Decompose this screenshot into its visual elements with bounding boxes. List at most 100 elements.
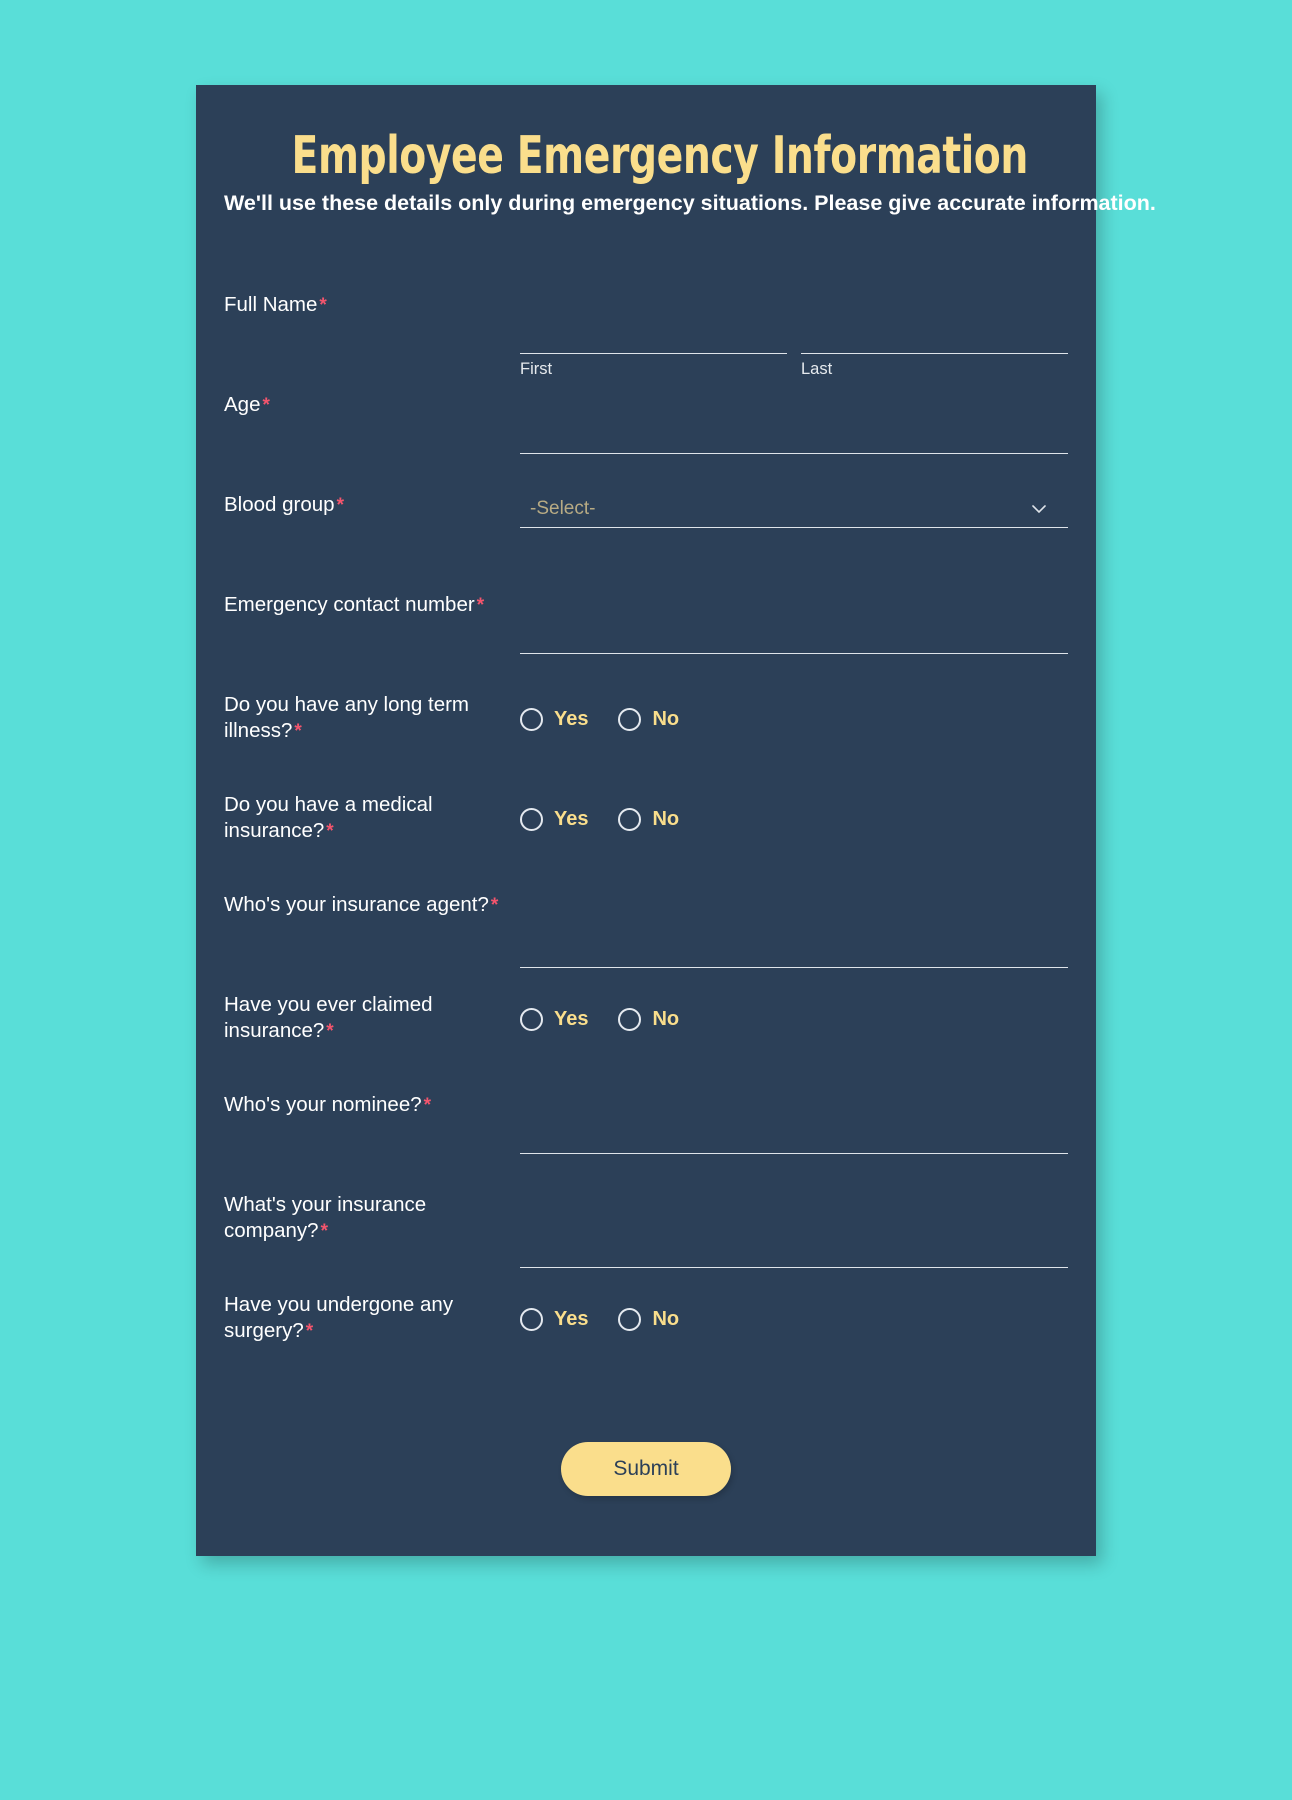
radio-circle-icon[interactable]	[520, 1307, 543, 1331]
field-row-claimed-insurance: Have you ever claimed insurance? * Yes No	[224, 990, 1068, 1090]
radio-option-no[interactable]: No	[618, 707, 680, 731]
radio-option-yes[interactable]: Yes	[520, 707, 589, 731]
label-insurance-company: What's your insurance company? *	[224, 1190, 520, 1245]
last-name-input[interactable]	[801, 319, 1068, 354]
submit-row: Submit	[224, 1441, 1068, 1496]
radio-group-claimed-insurance: Yes No	[520, 992, 1068, 1031]
label-surgery: Have you undergone any surgery? *	[224, 1290, 520, 1345]
radio-circle-icon[interactable]	[618, 807, 642, 831]
chevron-down-icon[interactable]	[1030, 500, 1048, 518]
radio-option-no[interactable]: No	[618, 1307, 680, 1331]
page-background: Employee Emergency Information We'll use…	[0, 0, 1292, 1800]
field-row-medical-insurance: Do you have a medical insurance? * Yes No	[224, 790, 1068, 890]
label-text: Have you undergone any surgery?	[224, 1292, 454, 1343]
label-claimed-insurance: Have you ever claimed insurance? *	[224, 990, 520, 1045]
radio-label-yes: Yes	[554, 1007, 589, 1030]
control-claimed-insurance: Yes No	[520, 990, 1068, 1031]
emergency-contact-input[interactable]	[520, 619, 1068, 654]
control-medical-insurance: Yes No	[520, 790, 1068, 831]
control-full-name: First Last	[520, 290, 1068, 379]
field-row-surgery: Have you undergone any surgery? * Yes No	[224, 1290, 1068, 1390]
radio-circle-icon[interactable]	[520, 1007, 543, 1031]
name-group: First Last	[520, 319, 1068, 379]
radio-option-yes[interactable]: Yes	[520, 1307, 589, 1331]
label-text: Who's your nominee?	[224, 1092, 422, 1116]
label-medical-insurance: Do you have a medical insurance? *	[224, 790, 520, 845]
required-asterisk: *	[336, 494, 344, 516]
radio-circle-icon[interactable]	[618, 1307, 642, 1331]
age-input[interactable]	[520, 419, 1068, 454]
radio-label-yes: Yes	[554, 807, 589, 830]
radio-option-no[interactable]: No	[618, 1007, 680, 1031]
control-nominee	[520, 1090, 1068, 1154]
label-emergency-contact: Emergency contact number *	[224, 590, 520, 618]
radio-option-no[interactable]: No	[618, 807, 680, 831]
required-asterisk: *	[262, 394, 270, 416]
required-asterisk: *	[305, 1321, 314, 1343]
radio-circle-icon[interactable]	[618, 707, 642, 731]
control-insurance-agent	[520, 890, 1068, 968]
control-long-term-illness: Yes No	[520, 690, 1068, 731]
form-header: Employee Emergency Information We'll use…	[196, 85, 1156, 228]
radio-option-yes[interactable]: Yes	[520, 807, 589, 831]
radio-group-long-term-illness: Yes No	[520, 692, 1068, 731]
control-age	[520, 390, 1068, 454]
label-long-term-illness: Do you have any long term illness? *	[224, 690, 520, 745]
required-asterisk: *	[326, 821, 334, 843]
field-row-nominee: Who's your nominee? *	[224, 1090, 1068, 1190]
radio-circle-icon[interactable]	[618, 1007, 642, 1031]
required-asterisk: *	[476, 594, 485, 616]
radio-label-no: No	[652, 1007, 680, 1030]
last-name-sublabel: Last	[801, 359, 833, 378]
page-title: Employee Emergency Information	[291, 126, 1029, 186]
required-asterisk: *	[294, 721, 302, 743]
radio-circle-icon[interactable]	[520, 707, 543, 731]
radio-label-yes: Yes	[554, 707, 589, 730]
required-asterisk: *	[320, 1221, 328, 1243]
insurance-company-input[interactable]	[520, 1233, 1068, 1268]
radio-group-medical-insurance: Yes No	[520, 792, 1068, 831]
label-age: Age *	[224, 390, 520, 418]
label-text: Do you have any long term illness?	[224, 692, 469, 743]
radio-label-no: No	[652, 1307, 680, 1330]
radio-label-yes: Yes	[554, 1307, 589, 1330]
control-emergency-contact	[520, 590, 1068, 654]
required-asterisk: *	[423, 1094, 432, 1116]
label-text: Who's your insurance agent?	[224, 892, 489, 916]
required-asterisk: *	[490, 894, 499, 916]
first-name-input[interactable]	[520, 319, 787, 354]
required-asterisk: *	[326, 1021, 334, 1043]
name-part-last: Last	[801, 319, 1068, 379]
field-row-insurance-company: What's your insurance company? *	[224, 1190, 1068, 1290]
label-text: Full Name	[224, 292, 318, 316]
control-surgery: Yes No	[520, 1290, 1068, 1331]
first-name-sublabel: First	[520, 359, 553, 378]
blood-group-selected-value: -Select-	[530, 497, 596, 519]
label-blood-group: Blood group *	[224, 490, 520, 518]
field-row-emergency-contact: Emergency contact number *	[224, 590, 1068, 690]
required-asterisk: *	[319, 294, 327, 316]
form-subtitle: We'll use these details only during emer…	[224, 191, 1156, 215]
radio-circle-icon[interactable]	[520, 807, 543, 831]
label-text: Age	[224, 392, 261, 416]
radio-label-no: No	[652, 807, 680, 830]
radio-option-yes[interactable]: Yes	[520, 1007, 589, 1031]
radio-group-surgery: Yes No	[520, 1292, 1068, 1331]
field-row-full-name: Full Name * First Last	[224, 290, 1068, 390]
field-row-age: Age *	[224, 390, 1068, 490]
field-row-long-term-illness: Do you have any long term illness? * Yes …	[224, 690, 1068, 790]
submit-button[interactable]: Submit	[561, 1441, 731, 1496]
label-nominee: Who's your nominee? *	[224, 1090, 520, 1118]
form-body: Full Name * First Last Age * Blood group…	[196, 290, 1096, 1496]
label-full-name: Full Name *	[224, 290, 520, 318]
field-row-blood-group: Blood group * -Select-	[224, 490, 1068, 590]
control-blood-group: -Select-	[520, 490, 1068, 528]
label-text: Emergency contact number	[224, 592, 475, 616]
label-insurance-agent: Who's your insurance agent? *	[224, 890, 520, 918]
blood-group-select[interactable]: -Select-	[520, 492, 1068, 528]
radio-label-no: No	[652, 707, 680, 730]
nominee-input[interactable]	[520, 1119, 1068, 1154]
control-insurance-company	[520, 1190, 1068, 1268]
insurance-agent-input[interactable]	[520, 933, 1068, 968]
form-card: Employee Emergency Information We'll use…	[196, 85, 1156, 1556]
